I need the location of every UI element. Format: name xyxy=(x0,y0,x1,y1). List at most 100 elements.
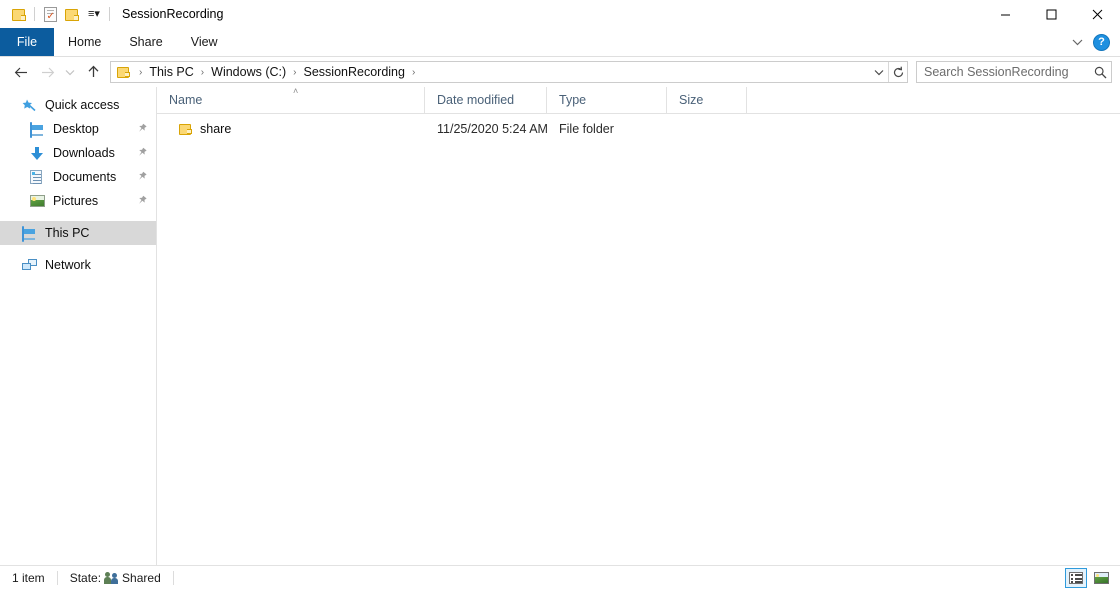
help-button[interactable]: ? xyxy=(1093,34,1110,51)
recent-locations-button[interactable] xyxy=(60,60,80,84)
column-header-label: Type xyxy=(559,93,586,107)
tab-view[interactable]: View xyxy=(177,28,232,56)
explorer-body: Quick access Desktop Downloads xyxy=(0,87,1120,565)
sidebar-item-label: Quick access xyxy=(45,98,119,112)
tab-share[interactable]: Share xyxy=(115,28,176,56)
document-icon xyxy=(30,170,48,184)
details-view-icon xyxy=(1069,572,1083,584)
table-row[interactable]: share 11/25/2020 5:24 AM File folder xyxy=(157,118,1120,140)
monitor-icon xyxy=(30,123,48,135)
folder-icon xyxy=(179,123,193,135)
sidebar-item-label: Documents xyxy=(53,170,116,184)
status-divider xyxy=(57,571,58,585)
tab-home[interactable]: Home xyxy=(54,28,115,56)
file-list: share 11/25/2020 5:24 AM File folder xyxy=(157,114,1120,565)
pin-icon[interactable] xyxy=(133,121,149,137)
picture-icon xyxy=(30,195,48,207)
title-bar: ✓ ≡▾ SessionRecording xyxy=(0,0,1120,28)
sidebar-item-label: Downloads xyxy=(53,146,115,160)
shared-people-icon xyxy=(104,572,119,584)
row-type-cell: File folder xyxy=(547,122,667,136)
sidebar-item-desktop[interactable]: Desktop xyxy=(0,117,156,141)
new-folder-icon xyxy=(65,8,80,21)
address-bar: › This PC › Windows (C:) › SessionRecord… xyxy=(0,57,1120,87)
address-bar-buttons xyxy=(870,61,907,83)
column-header-label: Name xyxy=(169,93,202,107)
column-header-size[interactable]: Size xyxy=(667,87,747,113)
pin-icon[interactable] xyxy=(133,145,149,161)
status-bar: 1 item State: Shared xyxy=(0,565,1120,590)
large-icons-view-button[interactable] xyxy=(1090,568,1112,588)
column-headers: ˄ Name Date modified Type Size xyxy=(157,87,1120,114)
star-pin-icon xyxy=(22,98,40,112)
address-dropdown-button[interactable] xyxy=(870,62,888,82)
chevron-down-icon xyxy=(874,69,884,76)
back-arrow-icon xyxy=(14,66,29,79)
back-button[interactable] xyxy=(8,60,34,84)
quick-access-toolbar: ✓ ≡▾ SessionRecording xyxy=(0,0,223,28)
column-header-name[interactable]: ˄ Name xyxy=(157,87,425,113)
column-header-type[interactable]: Type xyxy=(547,87,667,113)
sidebar-item-pictures[interactable]: Pictures xyxy=(0,189,156,213)
navigation-pane: Quick access Desktop Downloads xyxy=(0,87,157,565)
status-state-value: Shared xyxy=(122,571,161,585)
breadcrumb-separator[interactable]: › xyxy=(409,62,418,82)
details-view-button[interactable] xyxy=(1065,568,1087,588)
forward-button[interactable] xyxy=(34,60,60,84)
breadcrumb-separator[interactable]: › xyxy=(136,62,145,82)
maximize-button[interactable] xyxy=(1028,0,1074,28)
download-arrow-icon xyxy=(30,147,48,160)
folder-icon xyxy=(117,66,131,78)
large-icons-view-icon xyxy=(1094,572,1109,584)
breadcrumb-separator[interactable]: › xyxy=(198,62,207,82)
status-item-count: 1 item xyxy=(12,571,57,585)
sidebar-item-this-pc[interactable]: This PC xyxy=(0,221,156,245)
file-explorer-window: ✓ ≡▾ SessionRecording xyxy=(0,0,1120,590)
tab-file[interactable]: File xyxy=(0,28,54,56)
up-button[interactable] xyxy=(80,60,106,84)
breadcrumb-separator[interactable]: › xyxy=(290,62,299,82)
chevron-down-icon xyxy=(65,69,75,76)
qat-new-folder-icon[interactable] xyxy=(61,3,83,25)
breadcrumb[interactable]: › This PC › Windows (C:) › SessionRecord… xyxy=(110,61,908,83)
sidebar-item-quick-access[interactable]: Quick access xyxy=(0,93,156,117)
search-input[interactable] xyxy=(917,65,1089,79)
refresh-button[interactable] xyxy=(889,62,907,82)
minimize-button[interactable] xyxy=(982,0,1028,28)
forward-arrow-icon xyxy=(40,66,55,79)
monitor-icon xyxy=(22,227,40,239)
qat-properties-icon[interactable]: ✓ xyxy=(39,3,61,25)
network-icon xyxy=(22,259,40,272)
search-box[interactable] xyxy=(916,61,1112,83)
ribbon-collapse-button[interactable] xyxy=(1067,32,1087,52)
view-toggle-buttons xyxy=(1065,568,1112,588)
breadcrumb-item-sessionrecording[interactable]: SessionRecording xyxy=(300,62,409,82)
row-name-label: share xyxy=(200,122,231,136)
ribbon-tabs: File Home Share View ? xyxy=(0,28,1120,57)
sidebar-item-label: Desktop xyxy=(53,122,99,136)
qat-folder-icon[interactable] xyxy=(8,3,30,25)
status-state: State: Shared xyxy=(70,571,173,585)
sidebar-item-network[interactable]: Network xyxy=(0,253,156,277)
status-state-label: State: xyxy=(70,571,101,585)
close-button[interactable] xyxy=(1074,0,1120,28)
pin-icon[interactable] xyxy=(133,193,149,209)
qat-separator-1 xyxy=(34,7,35,21)
qat-customize-button[interactable]: ≡▾ xyxy=(83,3,105,25)
sidebar-item-downloads[interactable]: Downloads xyxy=(0,141,156,165)
chevron-down-icon: ≡▾ xyxy=(88,9,100,19)
sidebar-item-documents[interactable]: Documents xyxy=(0,165,156,189)
sidebar-item-label: Pictures xyxy=(53,194,98,208)
search-icon[interactable] xyxy=(1089,66,1111,79)
pin-icon[interactable] xyxy=(133,169,149,185)
breadcrumb-item-this-pc[interactable]: This PC xyxy=(145,62,197,82)
qat-separator-2 xyxy=(109,7,110,21)
row-date-cell: 11/25/2020 5:24 AM xyxy=(425,122,547,136)
window-controls xyxy=(982,0,1120,28)
column-header-date-modified[interactable]: Date modified xyxy=(425,87,547,113)
breadcrumb-item-windows-c[interactable]: Windows (C:) xyxy=(207,62,290,82)
folder-icon xyxy=(12,8,27,21)
ribbon-right-controls: ? xyxy=(1067,28,1116,56)
row-name-cell: share xyxy=(157,122,425,136)
status-divider xyxy=(173,571,174,585)
